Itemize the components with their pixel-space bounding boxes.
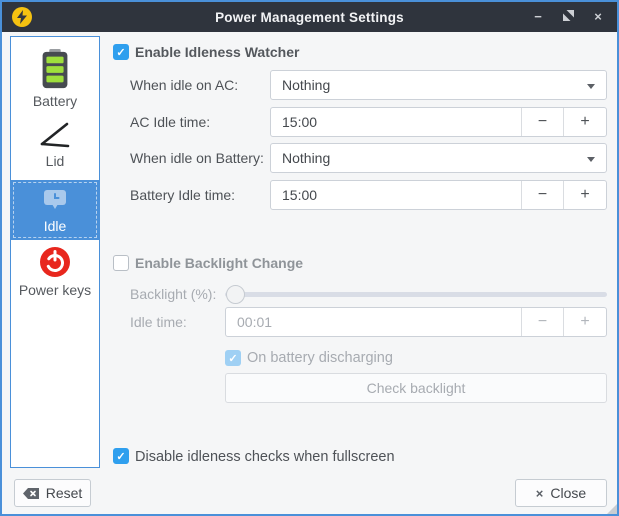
idle-icon [42, 188, 68, 214]
when-idle-battery-select[interactable]: Nothing [270, 143, 607, 173]
enable-idleness-label: Enable Idleness Watcher [135, 43, 299, 61]
when-idle-ac-select[interactable]: Nothing [270, 70, 607, 100]
sidebar-item-label: Battery [33, 93, 77, 109]
when-idle-ac-label: When idle on AC: [130, 70, 238, 100]
idle-time-label: Idle time: [130, 307, 187, 337]
on-battery-discharging-label: On battery discharging [247, 349, 393, 367]
enable-backlight-checkbox[interactable] [113, 255, 129, 271]
window-title: Power Management Settings [2, 10, 617, 25]
battery-icon [38, 48, 72, 90]
reset-button[interactable]: Reset [14, 479, 91, 507]
battery-idle-time-input[interactable]: 15:00 [271, 181, 522, 209]
chevron-down-icon [587, 84, 595, 89]
ac-idle-time-label: AC Idle time: [130, 107, 210, 137]
ac-idle-time-increment-button[interactable]: + [564, 108, 606, 136]
idle-time-input[interactable]: 00:01 [226, 308, 522, 336]
ac-idle-time-spinbox: 15:00 − + [270, 107, 607, 137]
battery-idle-time-spinbox: 15:00 − + [270, 180, 607, 210]
backlight-slider[interactable] [225, 292, 607, 297]
check-backlight-button[interactable]: Check backlight [225, 373, 607, 403]
sidebar-item-idle[interactable]: Idle [11, 180, 99, 240]
battery-idle-time-increment-button[interactable]: + [564, 181, 606, 209]
close-button[interactable]: × Close [515, 479, 607, 507]
chevron-down-icon [587, 157, 595, 162]
close-window-button[interactable]: × [591, 2, 605, 32]
power-management-window: Power Management Settings − × Battery [0, 0, 619, 516]
power-icon [39, 246, 71, 278]
sidebar-item-power-keys[interactable]: Power keys [11, 244, 99, 306]
ac-idle-time-decrement-button[interactable]: − [522, 108, 564, 136]
backlight-slider-handle[interactable] [226, 285, 245, 304]
category-list: Battery Lid Idle Power keys [10, 36, 100, 468]
ac-idle-time-input[interactable]: 15:00 [271, 108, 522, 136]
sidebar-item-lid[interactable]: Lid [11, 116, 99, 176]
backlight-percent-label: Backlight (%): [130, 279, 216, 309]
close-label: Close [550, 485, 586, 501]
close-icon: × [536, 486, 544, 501]
resize-grip[interactable] [607, 504, 617, 514]
sidebar-item-battery[interactable]: Battery [11, 43, 99, 109]
lid-icon [37, 120, 73, 150]
check-icon: ✓ [116, 46, 125, 59]
battery-idle-time-decrement-button[interactable]: − [522, 181, 564, 209]
reset-label: Reset [46, 485, 83, 501]
sidebar-item-label: Lid [46, 153, 65, 169]
check-icon: ✓ [228, 352, 237, 365]
when-idle-battery-value: Nothing [282, 150, 330, 166]
when-idle-ac-value: Nothing [282, 77, 330, 93]
battery-idle-time-label: Battery Idle time: [130, 180, 235, 210]
disable-fullscreen-checkbox[interactable]: ✓ [113, 448, 129, 464]
enable-idleness-checkbox[interactable]: ✓ [113, 44, 129, 60]
idle-time-spinbox: 00:01 − + [225, 307, 607, 337]
idle-time-increment-button[interactable]: + [564, 308, 606, 336]
minimize-button[interactable]: − [531, 2, 545, 32]
sidebar-item-label: Power keys [19, 282, 91, 298]
when-idle-battery-label: When idle on Battery: [130, 143, 264, 173]
idle-time-decrement-button[interactable]: − [522, 308, 564, 336]
disable-fullscreen-label: Disable idleness checks when fullscreen [135, 448, 395, 466]
check-icon: ✓ [116, 450, 125, 463]
on-battery-discharging-checkbox[interactable]: ✓ [225, 350, 241, 366]
titlebar[interactable]: Power Management Settings − × [2, 2, 617, 32]
maximize-button[interactable] [561, 2, 575, 32]
backspace-icon [23, 487, 39, 500]
enable-backlight-label: Enable Backlight Change [135, 254, 303, 272]
sidebar-item-label: Idle [44, 218, 67, 234]
